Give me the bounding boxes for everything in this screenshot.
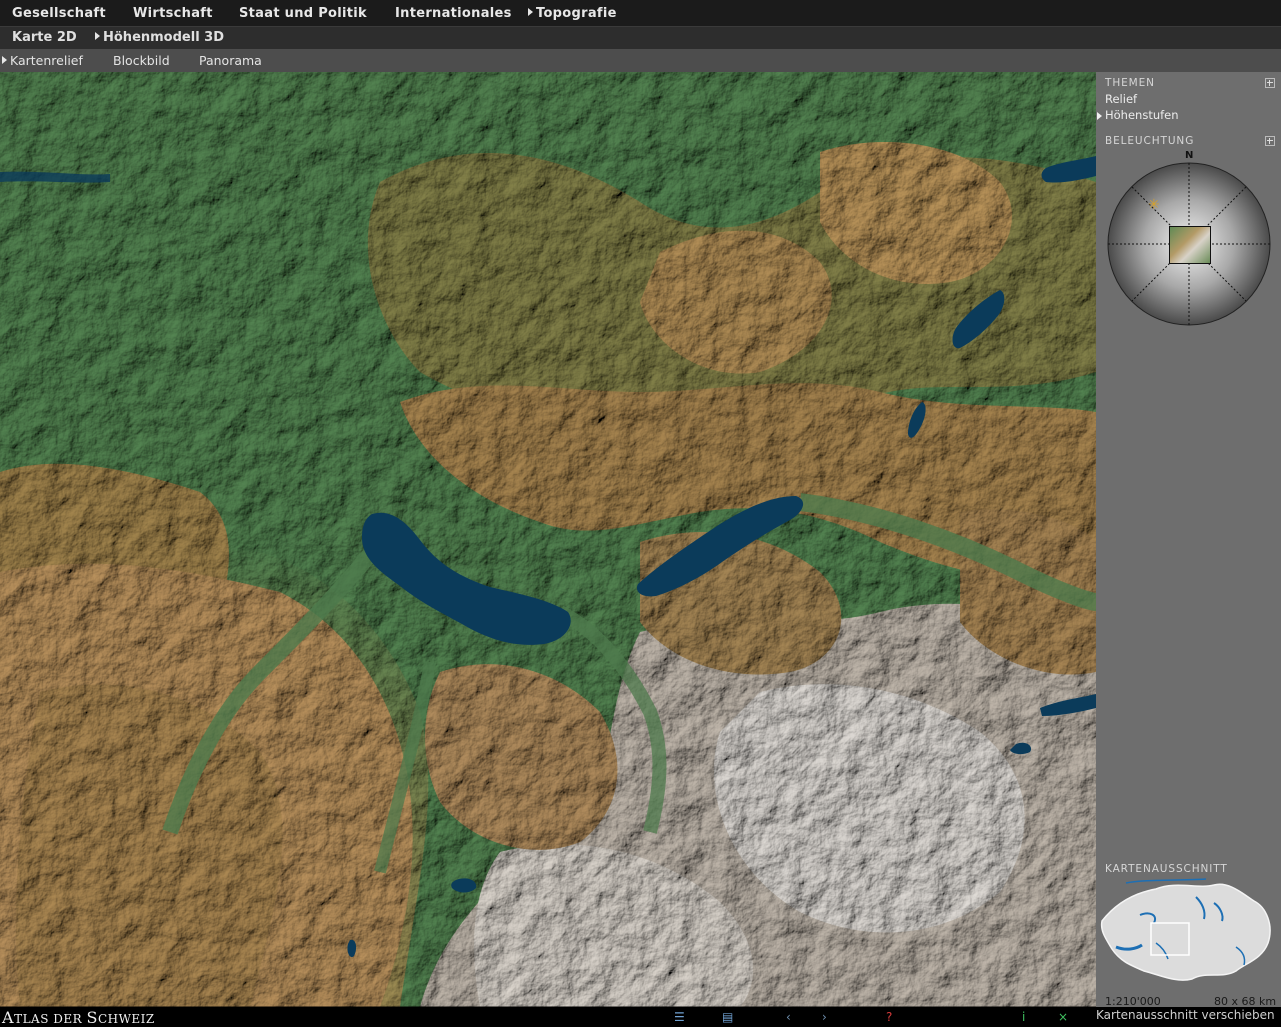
sub-nav: Karte 2D Höhenmodell 3D xyxy=(0,27,1281,49)
nav-gesellschaft[interactable]: Gesellschaft xyxy=(12,6,106,21)
extent-header: KARTENAUSSCHNITT xyxy=(1096,860,1281,877)
view-panorama[interactable]: Panorama xyxy=(199,53,262,68)
forward-icon[interactable]: › xyxy=(822,1011,827,1023)
back-icon[interactable]: ‹ xyxy=(786,1011,791,1023)
relief-map[interactable] xyxy=(0,72,1096,1007)
sun-icon[interactable]: ✳ xyxy=(1148,198,1160,212)
nav-wirtschaft[interactable]: Wirtschaft xyxy=(133,6,213,21)
info-icon[interactable]: i xyxy=(1022,1011,1025,1023)
view-kartenrelief-label: Kartenrelief xyxy=(10,53,83,68)
themes-title: THEMEN xyxy=(1105,77,1155,89)
list-icon[interactable]: ☰ xyxy=(674,1011,685,1023)
tab-hoehenmodell-3d-label: Höhenmodell 3D xyxy=(103,30,225,45)
legend-icon[interactable]: ▤ xyxy=(722,1011,733,1023)
nav-internationales[interactable]: Internationales xyxy=(395,6,512,21)
active-indicator-icon xyxy=(1097,112,1102,120)
theme-relief[interactable]: Relief xyxy=(1105,92,1137,106)
theme-hoehenstufen-label: Höhenstufen xyxy=(1105,108,1179,122)
active-indicator-icon xyxy=(528,8,533,16)
expand-lighting-icon[interactable] xyxy=(1265,136,1275,146)
theme-hoehenstufen[interactable]: Höhenstufen xyxy=(1097,108,1179,122)
view-blockbild[interactable]: Blockbild xyxy=(113,53,170,68)
help-icon[interactable]: ? xyxy=(886,1011,892,1023)
nav-topografie[interactable]: Topografie xyxy=(528,6,617,21)
map-thumbnail xyxy=(1169,226,1211,264)
nav-topografie-label: Topografie xyxy=(536,6,617,21)
status-text: Kartenausschnitt verschieben xyxy=(1096,1008,1275,1022)
extent-title: KARTENAUSSCHNITT xyxy=(1105,863,1228,875)
close-icon[interactable]: × xyxy=(1058,1011,1068,1023)
lighting-header: BELEUCHTUNG xyxy=(1096,132,1281,149)
overview-map[interactable] xyxy=(1096,877,1281,989)
expand-themes-icon[interactable] xyxy=(1265,78,1275,88)
tab-karte-2d[interactable]: Karte 2D xyxy=(12,30,77,45)
main-nav: Gesellschaft Wirtschaft Staat und Politi… xyxy=(0,0,1281,27)
active-indicator-icon xyxy=(95,32,100,40)
themes-header: THEMEN xyxy=(1096,74,1281,91)
atlas-logo: ATLAS DER SCHWEIZ xyxy=(2,1008,155,1027)
nav-staat-und-politik[interactable]: Staat und Politik xyxy=(239,6,367,21)
view-kartenrelief[interactable]: Kartenrelief xyxy=(2,53,83,68)
relief-map-graphic xyxy=(0,72,1096,1007)
sidebar: THEMEN Relief Höhenstufen BELEUCHTUNG N … xyxy=(1096,72,1281,1008)
tab-hoehenmodell-3d[interactable]: Höhenmodell 3D xyxy=(95,30,224,45)
active-indicator-icon xyxy=(2,56,7,64)
view-nav: Kartenrelief Blockbild Panorama xyxy=(0,49,1281,72)
lighting-title: BELEUCHTUNG xyxy=(1105,135,1195,147)
footer: ATLAS DER SCHWEIZ ☰ ▤ ‹ › ? i × xyxy=(0,1007,1281,1027)
